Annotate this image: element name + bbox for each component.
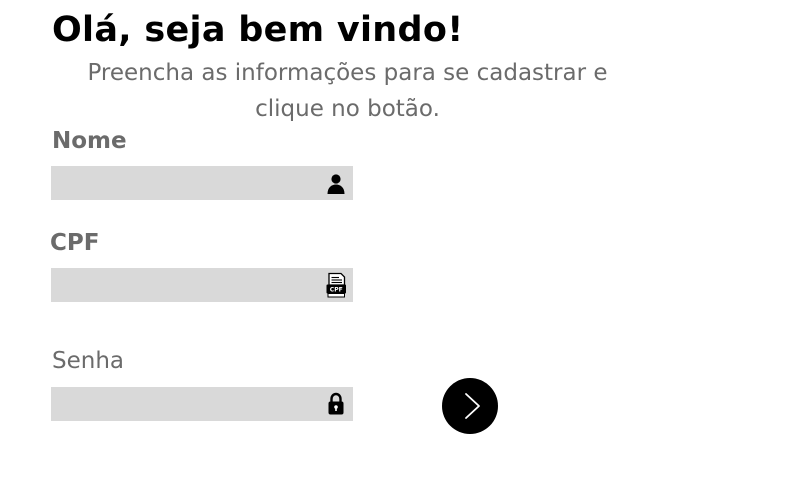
page-title: Olá, seja bem vindo!: [52, 10, 464, 50]
senha-input[interactable]: [51, 387, 321, 421]
nome-field: [51, 166, 353, 200]
senha-field: [51, 387, 353, 421]
lock-icon: [328, 392, 344, 415]
nome-label: Nome: [52, 128, 127, 154]
cpf-label: CPF: [50, 230, 100, 256]
cpf-input[interactable]: [51, 268, 321, 302]
submit-button[interactable]: [442, 378, 498, 434]
signup-page: Olá, seja bem vindo! Preencha as informa…: [0, 0, 800, 500]
page-subtitle: Preencha as informações para se cadastra…: [87, 60, 608, 122]
user-icon: [327, 174, 345, 194]
cpf-icon-text: CPF: [330, 287, 343, 294]
nome-input[interactable]: [51, 166, 321, 200]
cpf-document-icon: CPF: [326, 272, 346, 298]
chevron-right-icon: [465, 393, 480, 419]
senha-label: Senha: [52, 348, 124, 374]
cpf-field: CPF: [51, 268, 353, 302]
